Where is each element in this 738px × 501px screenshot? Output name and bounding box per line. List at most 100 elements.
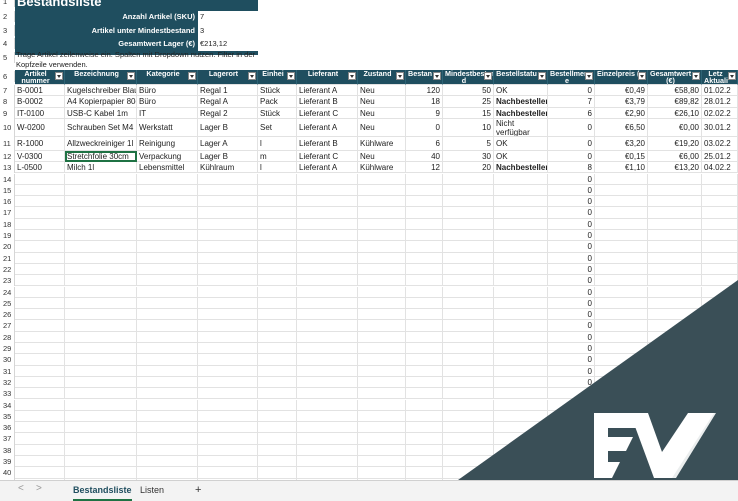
table-cell[interactable]: 0	[548, 354, 595, 366]
table-cell[interactable]: 01.02.2	[702, 85, 738, 97]
table-cell[interactable]: 0	[548, 230, 595, 242]
row-number[interactable]: 30	[0, 354, 15, 366]
add-sheet-button[interactable]: +	[195, 481, 201, 499]
table-cell[interactable]	[137, 331, 198, 343]
table-cell[interactable]	[65, 196, 137, 208]
table-cell[interactable]	[648, 241, 702, 253]
kpi-value-sku[interactable]: 7	[200, 11, 204, 22]
table-cell[interactable]	[406, 173, 443, 185]
table-cell[interactable]	[595, 444, 648, 456]
table-cell[interactable]	[358, 218, 406, 230]
table-cell[interactable]	[406, 218, 443, 230]
table-cell[interactable]	[258, 410, 297, 423]
table-cell[interactable]	[406, 286, 443, 298]
table-cell[interactable]	[137, 422, 198, 434]
table-cell[interactable]	[443, 297, 494, 310]
table-cell[interactable]: 0	[548, 399, 595, 411]
table-cell[interactable]	[443, 173, 494, 185]
table-cell[interactable]	[406, 467, 443, 479]
table-cell[interactable]	[595, 456, 648, 468]
kpi-value-below-min[interactable]: 3	[200, 25, 204, 36]
table-cell[interactable]	[358, 297, 406, 310]
table-cell[interactable]	[406, 456, 443, 468]
row-number[interactable]: 39	[0, 456, 15, 468]
row-number[interactable]: 15	[0, 184, 15, 197]
table-cell[interactable]	[258, 184, 297, 197]
table-cell[interactable]	[198, 297, 258, 310]
table-cell[interactable]	[15, 388, 65, 400]
table-cell[interactable]: 0	[548, 286, 595, 298]
table-cell[interactable]	[443, 230, 494, 242]
table-cell[interactable]	[65, 354, 137, 366]
table-cell[interactable]: 30.01.2	[702, 118, 738, 137]
table-cell[interactable]: 0	[548, 376, 595, 389]
table-cell[interactable]: 0	[548, 118, 595, 137]
filter-dropdown-icon[interactable]	[433, 72, 441, 80]
table-cell[interactable]: Lieferant A	[297, 162, 358, 174]
table-cell[interactable]: B-0001	[15, 85, 65, 97]
table-cell[interactable]	[15, 399, 65, 411]
table-cell[interactable]: Allzweckreiniger 1l	[65, 136, 137, 151]
table-cell[interactable]	[443, 263, 494, 276]
table-cell[interactable]	[15, 263, 65, 276]
table-cell[interactable]	[494, 422, 548, 434]
table-cell[interactable]	[198, 331, 258, 343]
table-cell[interactable]	[65, 388, 137, 400]
table-cell[interactable]	[137, 286, 198, 298]
table-cell[interactable]	[702, 422, 738, 434]
table-cell[interactable]	[65, 207, 137, 219]
table-cell[interactable]	[494, 241, 548, 253]
table-cell[interactable]: 8	[548, 162, 595, 174]
table-cell[interactable]	[648, 320, 702, 332]
tab-listen[interactable]: Listen	[140, 481, 164, 499]
table-cell[interactable]	[15, 309, 65, 321]
filter-dropdown-icon[interactable]	[248, 72, 256, 80]
table-cell[interactable]	[258, 241, 297, 253]
table-cell[interactable]: Lebensmittel	[137, 162, 198, 174]
table-cell[interactable]: Lager B	[198, 150, 258, 163]
table-cell[interactable]	[406, 422, 443, 434]
row-number[interactable]: 5	[0, 52, 15, 63]
table-cell[interactable]	[198, 309, 258, 321]
table-cell[interactable]	[443, 241, 494, 253]
table-cell[interactable]	[595, 467, 648, 479]
table-cell[interactable]	[297, 309, 358, 321]
table-cell[interactable]	[137, 263, 198, 276]
table-cell[interactable]	[494, 343, 548, 355]
table-cell[interactable]	[358, 343, 406, 355]
table-cell[interactable]	[198, 263, 258, 276]
table-cell[interactable]: 0	[548, 410, 595, 423]
table-cell[interactable]: 0	[548, 422, 595, 434]
table-cell[interactable]	[406, 309, 443, 321]
table-cell[interactable]	[258, 467, 297, 479]
column-header[interactable]: Zustand	[358, 70, 406, 85]
table-cell[interactable]	[297, 241, 358, 253]
table-cell[interactable]	[297, 456, 358, 468]
table-cell[interactable]	[702, 286, 738, 298]
table-cell[interactable]: 40	[406, 150, 443, 163]
table-cell[interactable]	[297, 354, 358, 366]
table-cell[interactable]: 02.02.2	[702, 107, 738, 119]
filter-dropdown-icon[interactable]	[127, 72, 135, 80]
table-cell[interactable]: €89,82	[648, 96, 702, 108]
table-cell[interactable]: Stretchfolie 30cm	[65, 150, 137, 163]
table-cell[interactable]: 6	[406, 136, 443, 151]
filter-dropdown-icon[interactable]	[55, 72, 63, 80]
table-cell[interactable]: 0	[548, 136, 595, 151]
row-number[interactable]: 33	[0, 388, 15, 400]
table-cell[interactable]	[297, 433, 358, 445]
table-cell[interactable]	[15, 275, 65, 287]
table-cell[interactable]: 0	[548, 150, 595, 163]
row-number[interactable]: 2	[0, 11, 15, 22]
table-cell[interactable]	[15, 365, 65, 377]
table-cell[interactable]	[297, 376, 358, 389]
table-cell[interactable]	[702, 207, 738, 219]
table-cell[interactable]	[358, 365, 406, 377]
table-cell[interactable]	[297, 320, 358, 332]
table-cell[interactable]	[494, 354, 548, 366]
table-cell[interactable]	[258, 263, 297, 276]
table-cell[interactable]	[702, 388, 738, 400]
table-cell[interactable]: 30	[443, 150, 494, 163]
table-cell[interactable]: 50	[443, 85, 494, 97]
filter-dropdown-icon[interactable]	[538, 72, 546, 80]
